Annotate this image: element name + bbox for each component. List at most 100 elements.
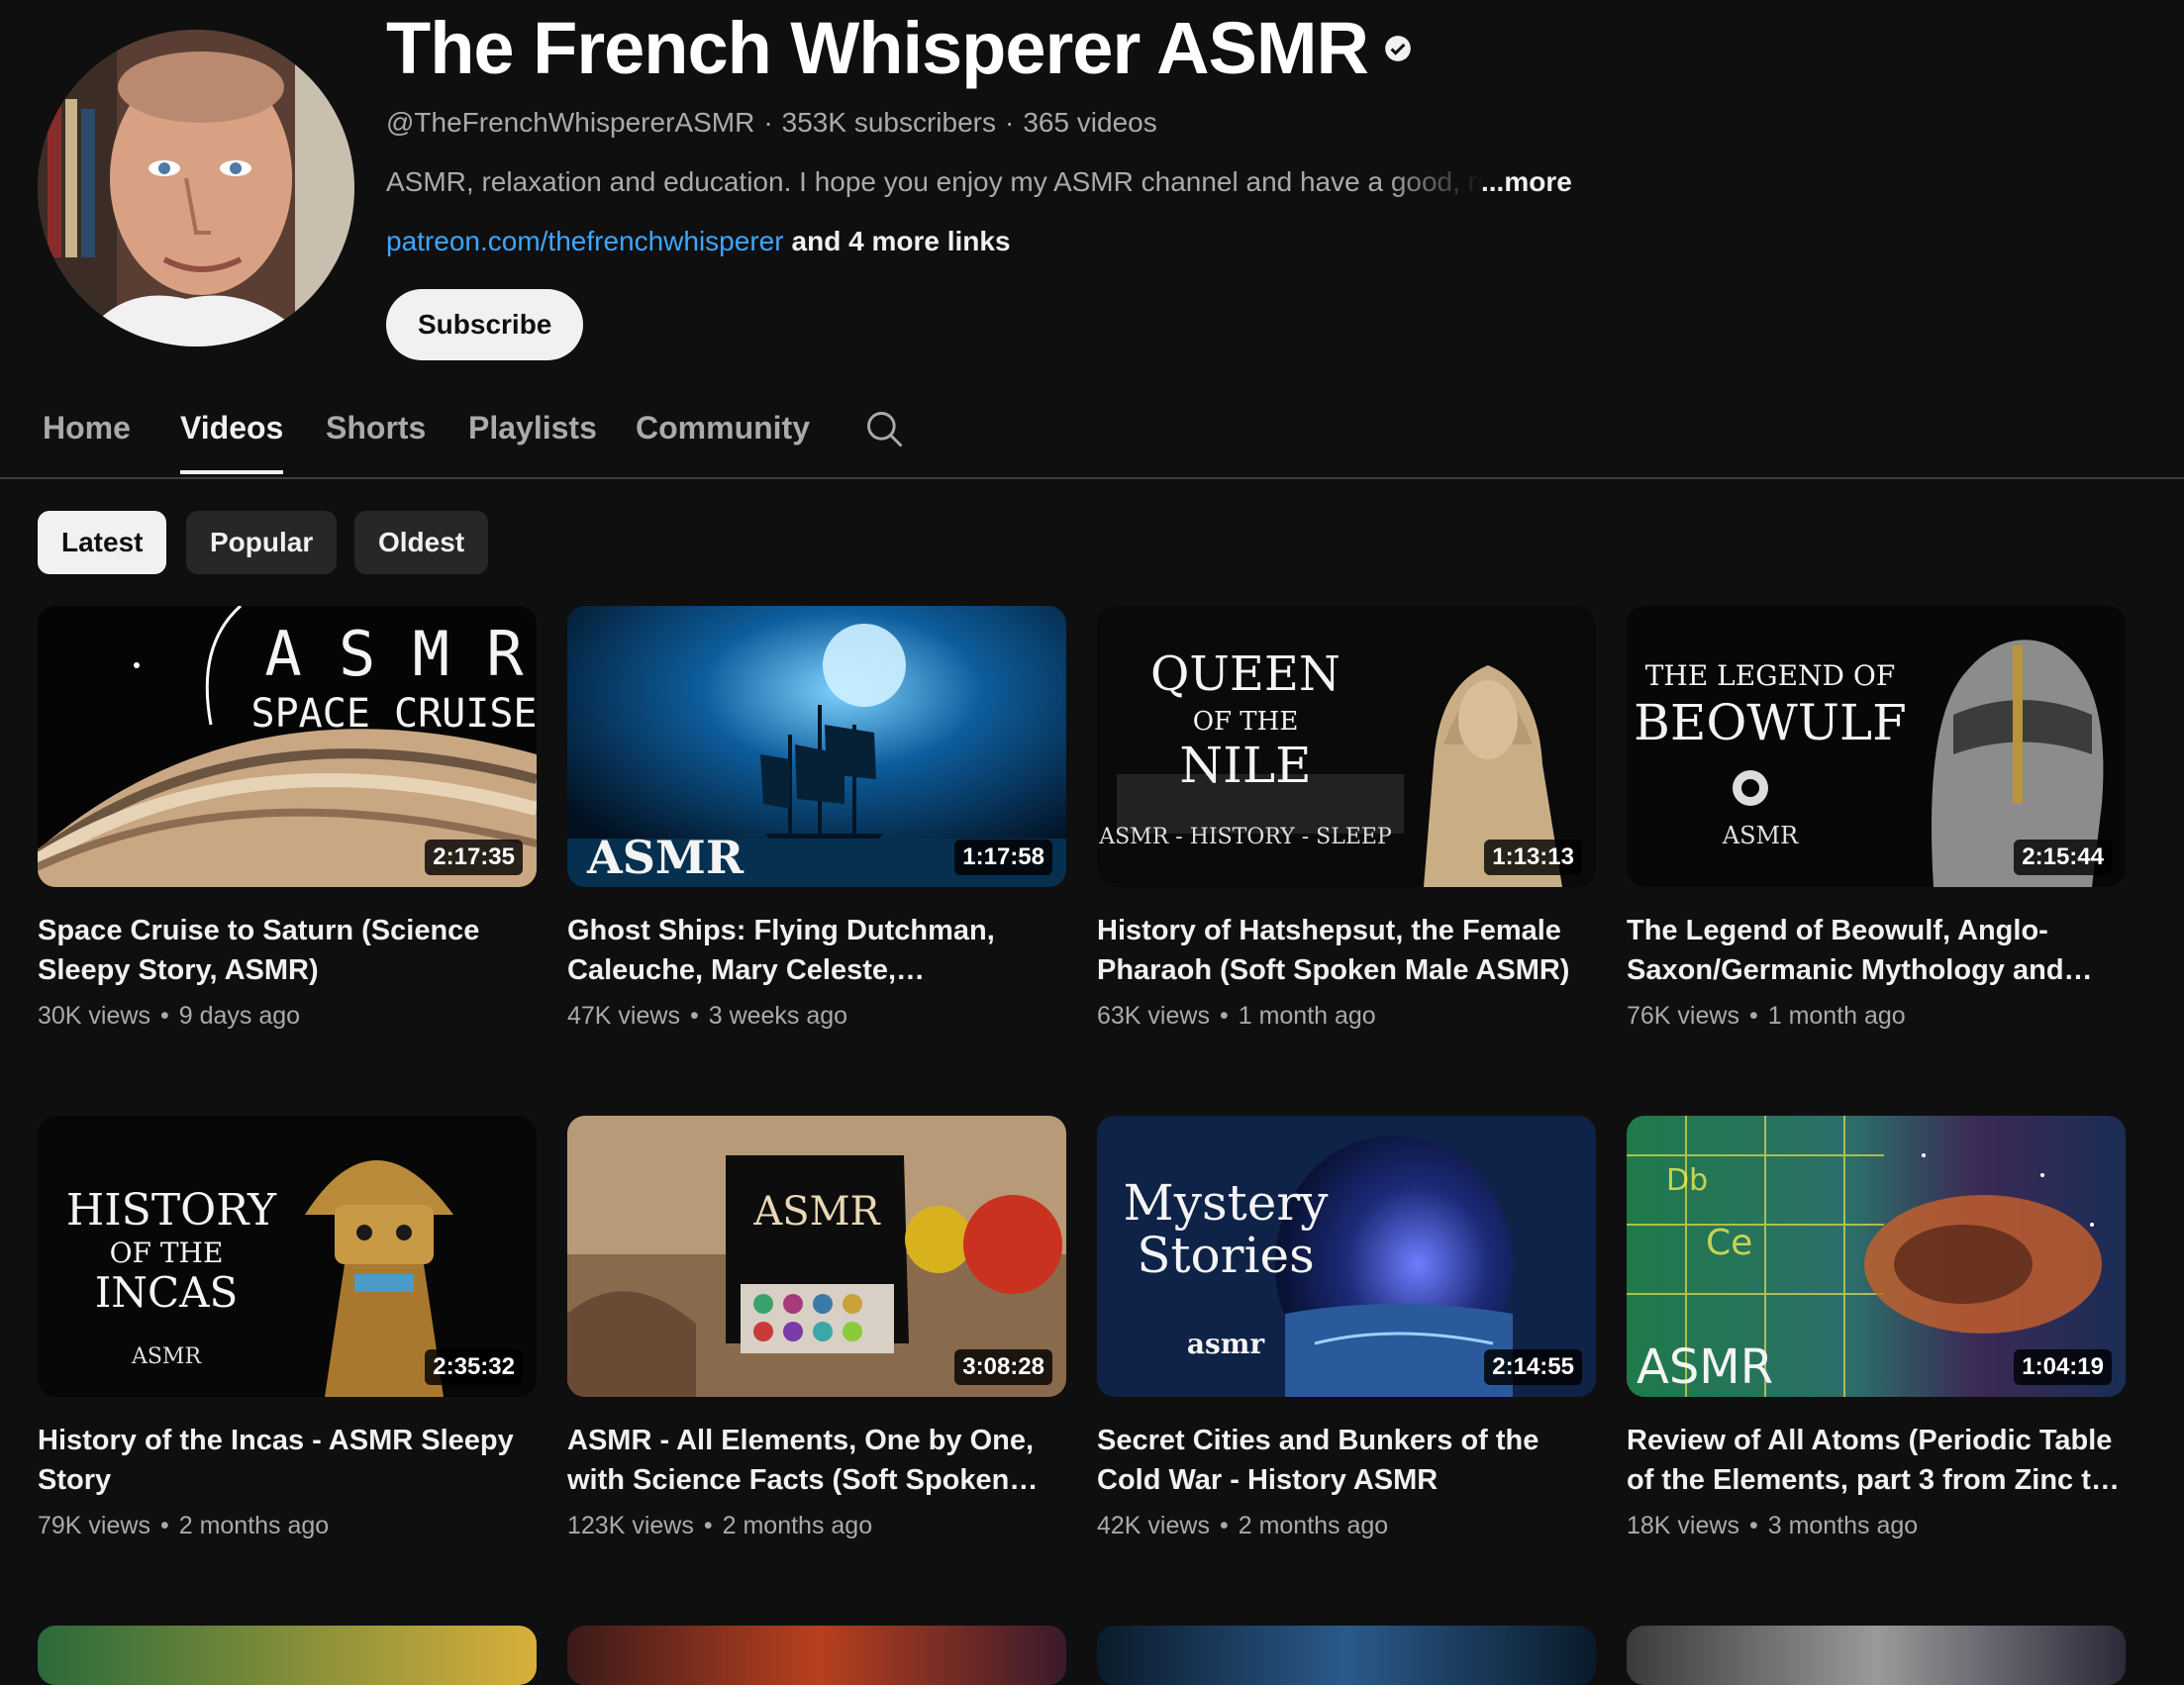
view-count: 76K views [1627, 1002, 1739, 1030]
video-title[interactable]: History of the Incas - ASMR Sleepy Story [38, 1421, 537, 1500]
video-duration: 1:04:19 [2014, 1349, 2112, 1385]
upload-age: 2 months ago [722, 1512, 873, 1539]
video-count: 365 videos [1023, 107, 1157, 138]
upload-age: 9 days ago [178, 1002, 301, 1030]
view-count: 47K views [567, 1002, 680, 1030]
thumb-text: THE LEGEND OF [1645, 659, 1896, 692]
video-meta: 47K views • 3 weeks ago [567, 1002, 1066, 1031]
video-thumbnail[interactable]: ASMR 3:08:28 [567, 1116, 1066, 1397]
subscribe-button[interactable]: Subscribe [386, 289, 584, 360]
tab-videos[interactable]: Videos [180, 410, 284, 474]
video-thumbnail[interactable]: Mystery Stories asmr 2:14:55 [1097, 1116, 1596, 1397]
video-duration: 2:14:55 [1484, 1349, 1582, 1385]
filter-oldest[interactable]: Oldest [354, 511, 489, 574]
tab-community[interactable]: Community [636, 410, 810, 470]
thumb-text: OF THE [110, 1237, 224, 1269]
video-title[interactable]: The Legend of Beowulf, Anglo-Saxon/Germa… [1627, 911, 2126, 990]
video-card[interactable]: Db Ce ASMR 1:04:19 Review of All Atoms (… [1627, 1116, 2126, 1540]
thumb-text: A S M R [264, 618, 524, 690]
channel-name: The French Whisperer ASMR [386, 7, 1369, 89]
meta-dot: • [1748, 1512, 1758, 1539]
video-duration: 2:35:32 [425, 1349, 523, 1385]
video-card[interactable]: A S M R SPACE CRUISE 2:17:35 Space Cruis… [38, 606, 537, 1031]
video-thumbnail[interactable]: Db Ce ASMR 1:04:19 [1627, 1116, 2126, 1397]
tab-playlists[interactable]: Playlists [468, 410, 597, 470]
upload-age: 3 months ago [1767, 1512, 1919, 1539]
channel-tabs: Home Videos Shorts Playlists Community [0, 396, 2184, 479]
thumb-text: ASMR [1637, 1339, 1773, 1395]
view-count: 123K views [567, 1512, 694, 1539]
video-thumbnail-partial[interactable] [1097, 1626, 1596, 1685]
video-meta: 123K views • 2 months ago [567, 1512, 1066, 1540]
more-links-button[interactable]: and 4 more links [792, 226, 1011, 256]
video-meta: 30K views • 9 days ago [38, 1002, 537, 1031]
thumb-text: OF THE [1193, 707, 1299, 737]
thumb-text: asmr [1187, 1328, 1266, 1360]
video-title[interactable]: Ghost Ships: Flying Dutchman, Caleuche, … [567, 911, 1066, 990]
video-title[interactable]: Review of All Atoms (Periodic Table of t… [1627, 1421, 2126, 1500]
video-duration: 2:15:44 [2014, 840, 2112, 875]
video-thumbnail-partial[interactable] [1627, 1626, 2126, 1685]
thumb-text: Mystery [1124, 1174, 1330, 1232]
patreon-link[interactable]: patreon.com/thefrenchwhisperer [386, 226, 784, 256]
video-card[interactable]: HISTORY OF THE INCAS ASMR 2:35:32 Histor… [38, 1116, 537, 1540]
video-thumbnail-partial[interactable] [567, 1626, 1066, 1685]
video-card[interactable]: Mystery Stories asmr 2:14:55 Secret Citi… [1097, 1116, 1596, 1540]
meta-dot: • [159, 1512, 169, 1539]
channel-meta: @TheFrenchWhispererASMR · 353K subscribers… [386, 107, 1157, 138]
description-text: ASMR, relaxation and education. I hope y… [386, 166, 1485, 197]
thumb-text: Stories [1137, 1227, 1315, 1284]
video-title[interactable]: ASMR - All Elements, One by One, with Sc… [567, 1421, 1066, 1500]
video-duration: 2:17:35 [425, 840, 523, 875]
video-card[interactable]: QUEEN OF THE NILE ASMR - HISTORY - SLEEP… [1097, 606, 1596, 1031]
upload-age: 1 month ago [1238, 1002, 1376, 1030]
more-description-button[interactable]: ...more [1481, 166, 1572, 198]
view-count: 42K views [1097, 1512, 1210, 1539]
thumb-text: ASMR [1722, 822, 1799, 849]
video-thumbnail[interactable]: HISTORY OF THE INCAS ASMR 2:35:32 [38, 1116, 537, 1397]
thumb-text: ASMR [586, 831, 745, 884]
thumb-text: ASMR - HISTORY - SLEEP [1098, 825, 1392, 849]
channel-description[interactable]: ASMR, relaxation and education. I hope y… [386, 166, 1572, 198]
thumb-text: HISTORY [66, 1185, 277, 1236]
video-thumbnail[interactable]: ASMR 1:17:58 [567, 606, 1066, 887]
upload-age: 2 months ago [178, 1512, 330, 1539]
subscriber-count: 353K subscribers [781, 107, 996, 138]
channel-avatar[interactable] [38, 30, 354, 347]
meta-dot: • [1219, 1002, 1229, 1030]
upload-age: 3 weeks ago [708, 1002, 848, 1030]
video-meta: 63K views • 1 month ago [1097, 1002, 1596, 1031]
thumb-text: BEOWULF [1634, 694, 1907, 751]
video-title[interactable]: Secret Cities and Bunkers of the Cold Wa… [1097, 1421, 1596, 1500]
video-thumbnail[interactable]: A S M R SPACE CRUISE 2:17:35 [38, 606, 537, 887]
thumb-text: ASMR [131, 1344, 202, 1369]
view-count: 79K views [38, 1512, 150, 1539]
upload-age: 1 month ago [1767, 1002, 1906, 1030]
thumb-text: NILE [1179, 737, 1311, 794]
video-title[interactable]: Space Cruise to Saturn (Science Sleepy S… [38, 911, 537, 990]
meta-dot: • [689, 1002, 699, 1030]
video-title[interactable]: History of Hatshepsut, the Female Pharao… [1097, 911, 1596, 990]
meta-dot: • [1748, 1002, 1758, 1030]
verified-check-icon [1385, 35, 1411, 61]
svg-text:Db: Db [1666, 1163, 1708, 1198]
tab-home[interactable]: Home [43, 410, 131, 470]
view-count: 30K views [38, 1002, 150, 1030]
search-icon[interactable] [863, 408, 907, 451]
video-duration: 3:08:28 [954, 1349, 1052, 1385]
video-thumbnail[interactable]: QUEEN OF THE NILE ASMR - HISTORY - SLEEP… [1097, 606, 1596, 887]
video-thumbnail[interactable]: THE LEGEND OF BEOWULF ASMR 2:15:44 [1627, 606, 2126, 887]
tab-shorts[interactable]: Shorts [326, 410, 426, 470]
filter-popular[interactable]: Popular [186, 511, 338, 574]
meta-dot: • [159, 1002, 169, 1030]
video-thumbnail-partial[interactable] [38, 1626, 537, 1685]
video-meta: 42K views • 2 months ago [1097, 1512, 1596, 1540]
video-meta: 79K views • 2 months ago [38, 1512, 537, 1540]
video-meta: 76K views • 1 month ago [1627, 1002, 2126, 1031]
filter-latest[interactable]: Latest [38, 511, 167, 574]
video-card[interactable]: ASMR 3:08:28 ASMR - All Elements, One by… [567, 1116, 1066, 1540]
video-card[interactable]: THE LEGEND OF BEOWULF ASMR 2:15:44 The L… [1627, 606, 2126, 1031]
channel-links: patreon.com/thefrenchwhisperer and 4 more… [386, 226, 1011, 257]
video-card[interactable]: ASMR 1:17:58 Ghost Ships: Flying Dutchma… [567, 606, 1066, 1031]
video-duration: 1:17:58 [954, 840, 1052, 875]
